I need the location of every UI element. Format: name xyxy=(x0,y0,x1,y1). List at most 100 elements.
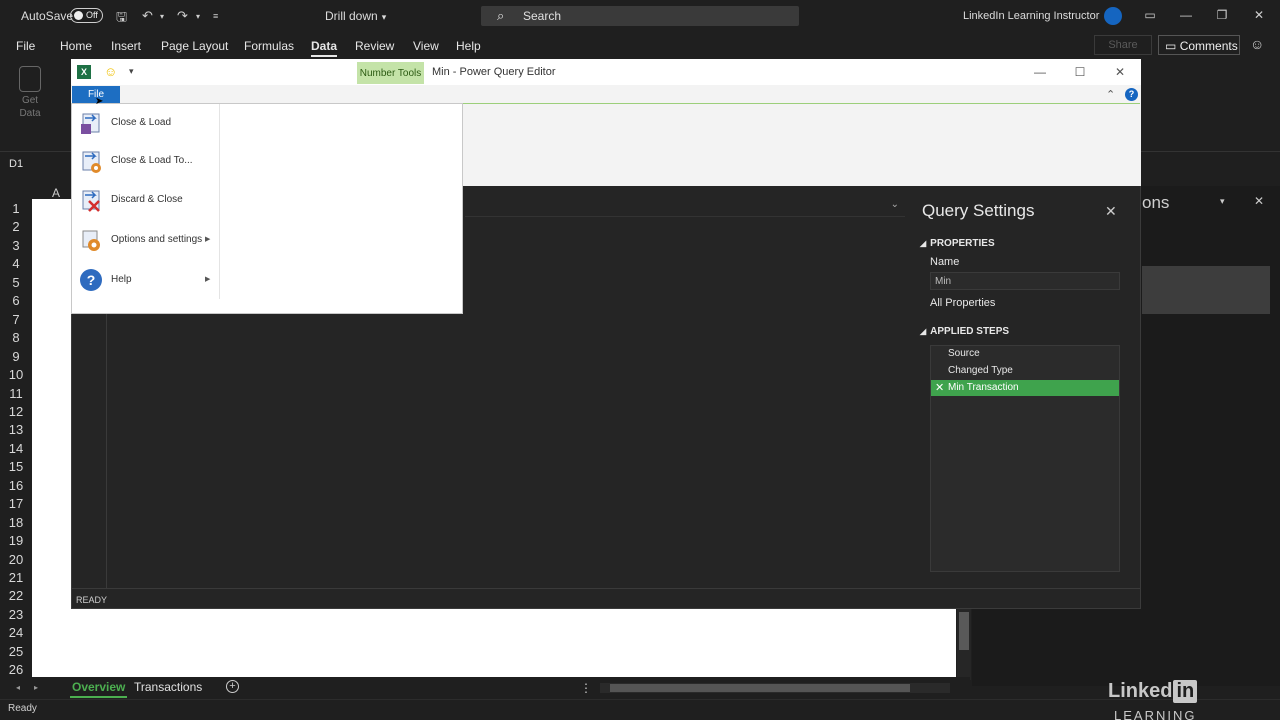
horizontal-scrollbar[interactable] xyxy=(600,683,950,693)
row-header[interactable]: 15 xyxy=(0,459,32,474)
add-sheet-icon[interactable]: + xyxy=(226,680,239,693)
expand-formula-icon[interactable]: ⌄ xyxy=(891,199,899,210)
row-header[interactable]: 26 xyxy=(0,662,32,677)
document-title[interactable]: Drill down ▾ xyxy=(325,9,386,23)
collapse-ribbon-icon[interactable]: ⌃ xyxy=(1106,88,1115,101)
step-label: Source xyxy=(948,348,980,359)
row-header[interactable]: 8 xyxy=(0,330,32,345)
row-header[interactable]: 4 xyxy=(0,256,32,271)
row-header[interactable]: 12 xyxy=(0,404,32,419)
menu-item-discard-close[interactable]: Discard & Close xyxy=(75,184,215,216)
tab-review[interactable]: Review xyxy=(355,39,394,53)
tab-formulas[interactable]: Formulas xyxy=(244,39,294,53)
column-header-a[interactable]: A xyxy=(52,186,60,200)
tab-insert[interactable]: Insert xyxy=(111,39,141,53)
delete-step-icon[interactable]: ✕ xyxy=(935,381,944,394)
smiley-icon[interactable]: ☺ xyxy=(104,64,117,79)
formula-bar[interactable]: ⌄ xyxy=(465,197,905,217)
step-source[interactable]: Source xyxy=(931,346,1119,362)
row-header[interactable]: 22 xyxy=(0,588,32,603)
row-header[interactable]: 6 xyxy=(0,293,32,308)
properties-header[interactable]: ◢ PROPERTIES xyxy=(920,238,995,249)
row-header[interactable]: 25 xyxy=(0,644,32,659)
number-tools-context-tab[interactable]: Number Tools xyxy=(357,62,424,84)
undo-icon[interactable]: ↶ xyxy=(142,8,153,24)
tab-help[interactable]: Help xyxy=(456,39,481,53)
undo-dropdown-icon[interactable]: ▾ xyxy=(160,12,164,21)
feedback-smiley-icon[interactable]: ☺ xyxy=(1250,36,1264,52)
row-header[interactable]: 2 xyxy=(0,219,32,234)
sheet-tab-transactions[interactable]: Transactions xyxy=(134,680,202,694)
tab-page-layout[interactable]: Page Layout xyxy=(161,39,228,53)
row-header[interactable]: 24 xyxy=(0,625,32,640)
restore-icon[interactable]: ❐ xyxy=(1214,8,1230,22)
tab-splitter-icon[interactable]: ⋮ xyxy=(580,681,592,695)
query-list-item[interactable] xyxy=(1142,266,1270,314)
row-header[interactable]: 17 xyxy=(0,496,32,511)
pq-close-icon[interactable]: ✕ xyxy=(1112,65,1128,79)
row-header[interactable]: 5 xyxy=(0,275,32,290)
avatar[interactable] xyxy=(1104,7,1122,25)
vertical-scrollbar[interactable] xyxy=(957,608,971,680)
hscroll-thumb[interactable] xyxy=(610,684,910,692)
menu-item-options-settings[interactable]: Options and settings ▶ xyxy=(75,224,215,256)
user-name[interactable]: LinkedIn Learning Instructor xyxy=(963,10,1099,22)
redo-dropdown-icon[interactable]: ▾ xyxy=(196,12,200,21)
all-properties-link[interactable]: All Properties xyxy=(930,297,995,309)
pq-maximize-icon[interactable]: ☐ xyxy=(1072,65,1088,79)
pq-status-text: READY xyxy=(76,595,108,605)
close-icon[interactable]: ✕ xyxy=(1251,8,1267,22)
sheet-tab-overview[interactable]: Overview xyxy=(70,680,128,698)
query-name-field[interactable]: Min xyxy=(930,272,1120,290)
share-button[interactable]: Share xyxy=(1094,35,1152,55)
worksheet-grid[interactable] xyxy=(32,199,72,677)
redo-icon[interactable]: ↷ xyxy=(177,8,188,24)
applied-steps-header[interactable]: ◢ APPLIED STEPS xyxy=(920,326,1009,337)
scrollbar-thumb[interactable] xyxy=(959,612,969,650)
queries-pane-collapsed[interactable] xyxy=(72,314,107,588)
row-header[interactable]: 16 xyxy=(0,478,32,493)
get-data-button[interactable]: Get Data xyxy=(10,66,50,120)
row-header[interactable]: 14 xyxy=(0,441,32,456)
tab-file[interactable]: File xyxy=(16,39,35,53)
name-box[interactable]: D1 xyxy=(9,158,23,170)
scroll-sheets-right-icon[interactable]: ▸ xyxy=(34,683,38,692)
menu-item-close-load[interactable]: Close & Load xyxy=(75,107,215,139)
row-header[interactable]: 3 xyxy=(0,238,32,253)
row-header[interactable]: 23 xyxy=(0,607,32,622)
logo-in: in xyxy=(1173,680,1198,703)
worksheet-grid-bottom[interactable] xyxy=(72,608,956,677)
step-min-transaction[interactable]: ✕ Min Transaction xyxy=(931,380,1119,396)
tab-data[interactable]: Data xyxy=(311,39,338,57)
row-header[interactable]: 1 xyxy=(0,201,32,216)
row-header[interactable]: 13 xyxy=(0,422,32,437)
autosave-toggle[interactable]: Off xyxy=(70,8,103,23)
status-bar xyxy=(0,699,1280,720)
pq-minimize-icon[interactable]: — xyxy=(1032,65,1048,79)
row-header[interactable]: 19 xyxy=(0,533,32,548)
step-changed-type[interactable]: Changed Type xyxy=(931,363,1119,379)
pane-options-icon[interactable]: ▾ xyxy=(1220,196,1225,207)
save-icon[interactable]: 🖫 xyxy=(116,8,127,30)
scroll-sheets-left-icon[interactable]: ◂ xyxy=(16,683,20,692)
row-header[interactable]: 21 xyxy=(0,570,32,585)
qat-dropdown-icon[interactable]: ▾ xyxy=(129,66,134,77)
help-icon[interactable]: ? xyxy=(1125,88,1138,101)
row-header[interactable]: 11 xyxy=(0,386,32,401)
minimize-icon[interactable]: — xyxy=(1178,8,1194,22)
comments-button[interactable]: ▭ Comments xyxy=(1158,35,1240,55)
tab-home[interactable]: Home xyxy=(60,39,92,53)
row-header[interactable]: 10 xyxy=(0,367,32,382)
pane-close-icon[interactable]: ✕ xyxy=(1254,194,1264,208)
customize-qat-icon[interactable]: ≡ xyxy=(213,11,218,21)
query-settings-close-icon[interactable]: ✕ xyxy=(1105,203,1117,220)
row-header[interactable]: 18 xyxy=(0,515,32,530)
search-box[interactable]: ⌕ Search xyxy=(481,6,799,26)
menu-item-close-load-to[interactable]: Close & Load To... xyxy=(75,145,215,177)
row-header[interactable]: 7 xyxy=(0,312,32,327)
row-header[interactable]: 20 xyxy=(0,552,32,567)
ribbon-display-icon[interactable]: ▭ xyxy=(1142,8,1158,22)
tab-view[interactable]: View xyxy=(413,39,439,53)
menu-item-help[interactable]: ? Help ▶ xyxy=(75,264,215,296)
row-header[interactable]: 9 xyxy=(0,349,32,364)
